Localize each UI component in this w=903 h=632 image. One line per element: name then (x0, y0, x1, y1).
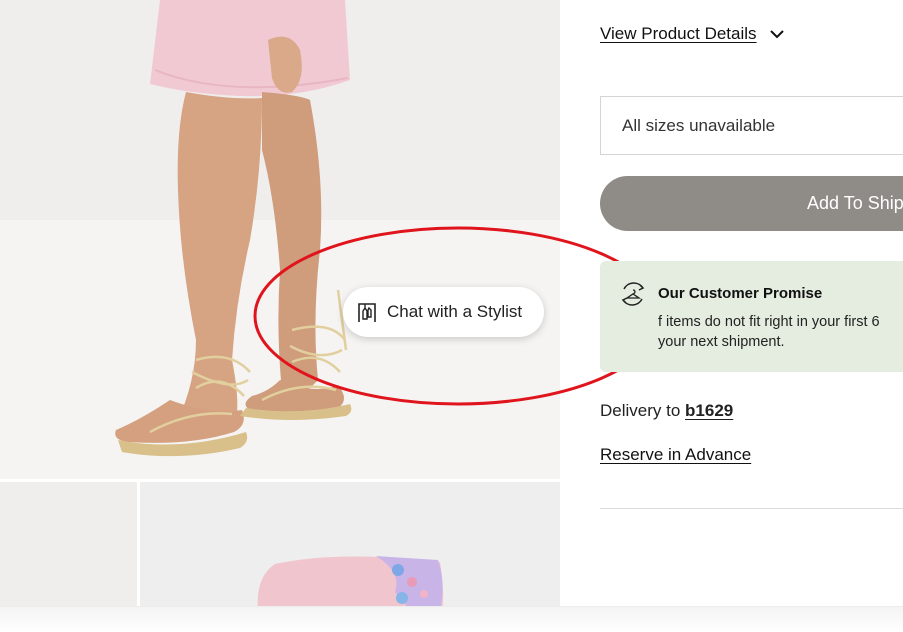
delivery-prefix: Delivery to (600, 401, 686, 420)
size-selector[interactable]: All sizes unavailable (600, 96, 903, 155)
gallery-thumbnail[interactable] (140, 482, 560, 612)
product-thumbnail-illustration (257, 556, 444, 612)
page-bottom-edge (0, 606, 903, 632)
view-product-details-label: View Product Details (600, 24, 757, 43)
customer-promise-line: your next shipment. (658, 334, 785, 350)
product-image-gallery: Chat with a Stylist (0, 0, 560, 631)
section-divider (600, 508, 903, 509)
add-to-shipment-label: Add To Ship (807, 193, 903, 213)
chevron-down-icon (769, 29, 785, 39)
reserve-in-advance-link[interactable]: Reserve in Advance (600, 445, 751, 465)
gallery-thumbnail[interactable] (0, 482, 137, 612)
size-selector-value: All sizes unavailable (622, 115, 776, 135)
chat-with-stylist-button[interactable]: Chat with a Stylist (343, 287, 544, 337)
customer-promise-line: f items do not fit right in your first 6 (658, 314, 880, 330)
delivery-zip-link[interactable]: b1629 (685, 401, 733, 420)
hanger-refresh-icon (619, 280, 647, 308)
customer-promise-banner: Our Customer Promise f items do not fit … (600, 261, 903, 372)
product-info-panel: View Product Details All sizes unavailab… (600, 0, 903, 631)
clothes-rack-icon (357, 301, 377, 323)
add-to-shipment-button[interactable]: Add To Ship (600, 176, 903, 231)
customer-promise-title: Our Customer Promise (658, 285, 823, 302)
model-photo-illustration (0, 0, 560, 479)
view-product-details-toggle[interactable]: View Product Details (600, 24, 785, 44)
delivery-location: Delivery to b1629 (600, 401, 733, 421)
chat-with-stylist-label: Chat with a Stylist (387, 302, 523, 321)
customer-promise-text: f items do not fit right in your first 6… (658, 312, 903, 352)
product-main-photo[interactable] (0, 0, 560, 479)
